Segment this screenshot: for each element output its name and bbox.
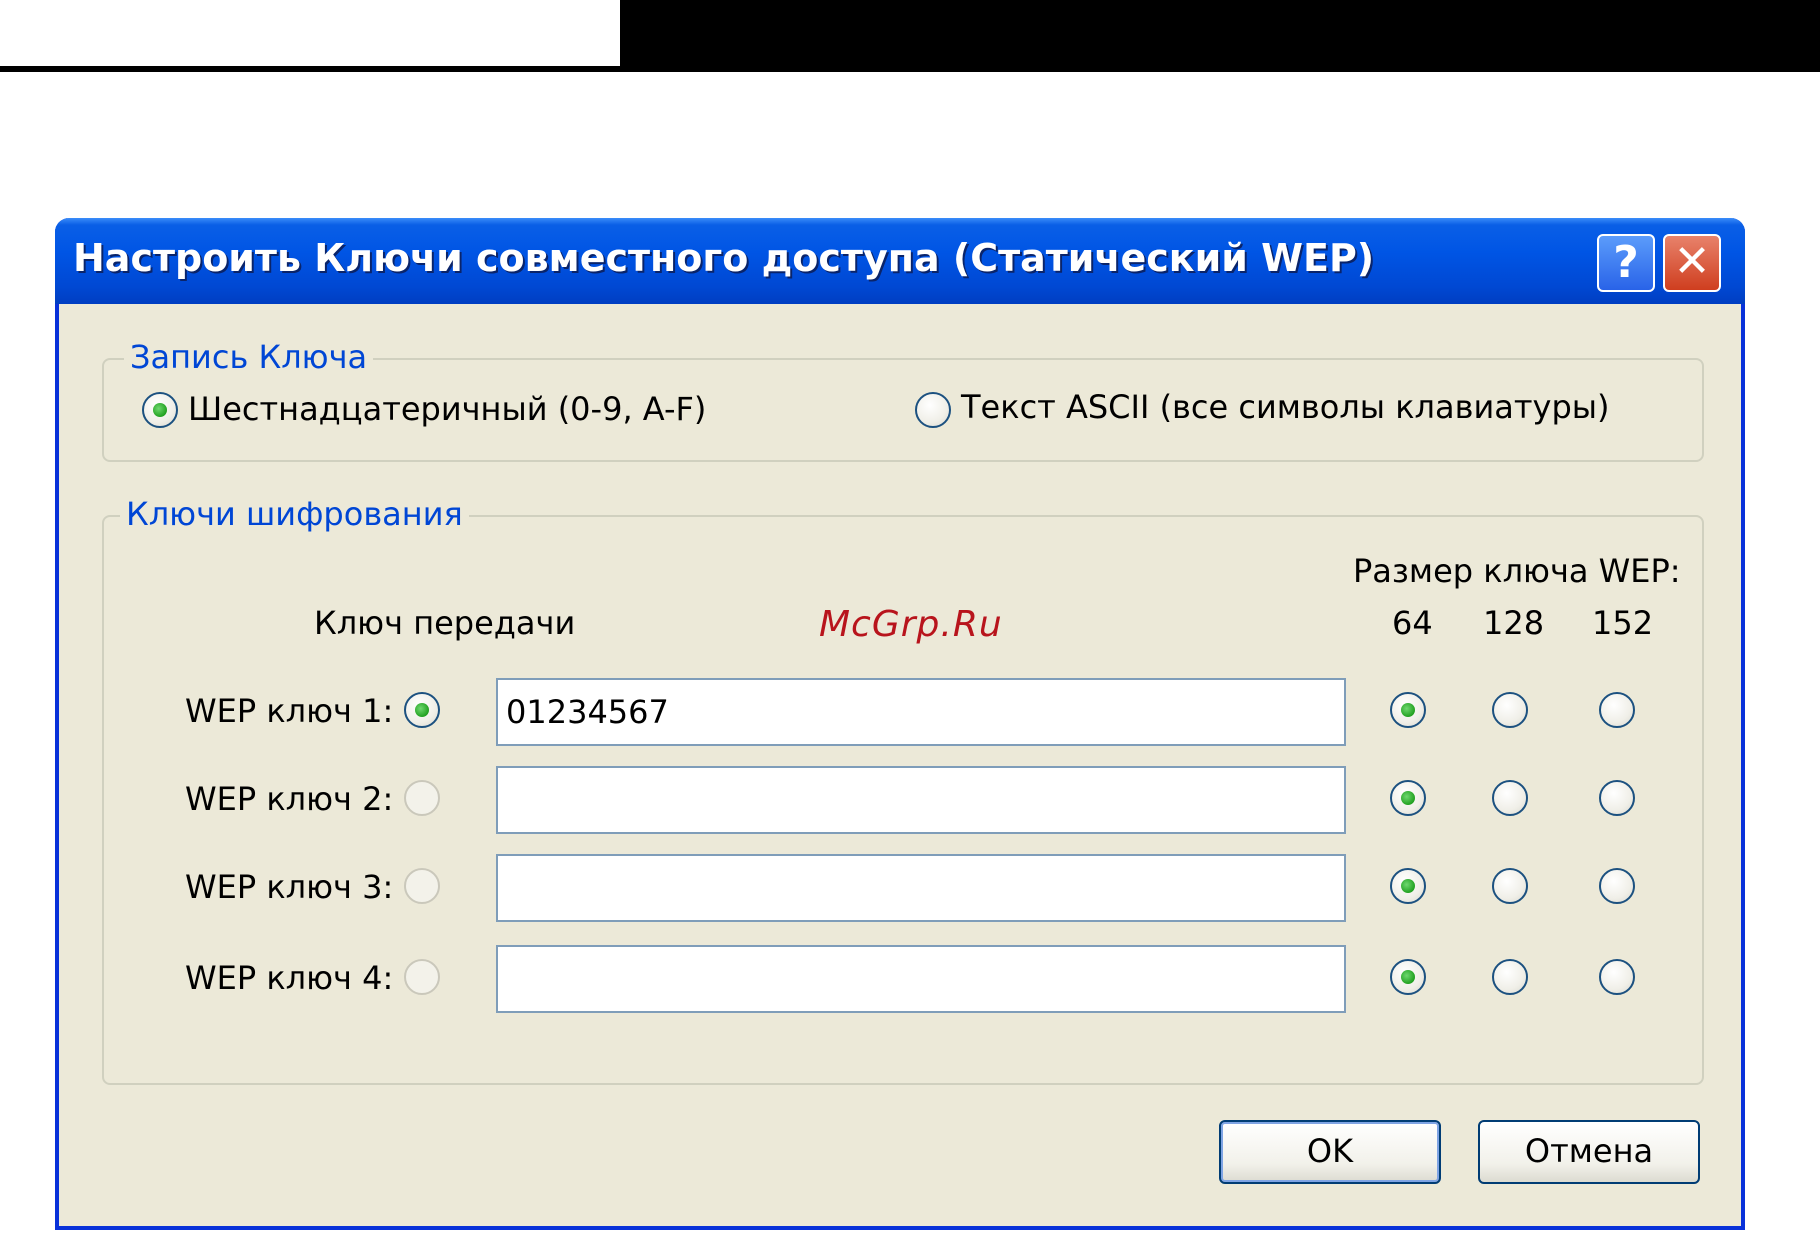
cancel-button[interactable]: Отмена <box>1478 1120 1700 1184</box>
help-icon: ? <box>1613 237 1639 288</box>
key-size-header: Размер ключа WEP: <box>1353 552 1681 590</box>
wep-key-4-transmit-radio <box>404 959 440 995</box>
dialog-title: Настроить Ключи совместного доступа (Ста… <box>73 236 1375 280</box>
wep-key-4-size-128-radio[interactable] <box>1492 959 1528 995</box>
help-button[interactable]: ? <box>1597 234 1655 292</box>
key-entry-legend: Запись Ключа <box>124 338 374 376</box>
wep-key-2-transmit-radio <box>404 780 440 816</box>
key-size-64-header: 64 <box>1392 604 1433 642</box>
ascii-radio-label[interactable]: Текст ASCII (все символы клавиатуры) <box>961 388 1610 426</box>
wep-key-4-label: WEP ключ 4: <box>185 959 394 997</box>
wep-key-2-input[interactable] <box>496 766 1346 834</box>
wep-key-1-label: WEP ключ 1: <box>185 692 394 730</box>
title-bar[interactable]: Настроить Ключи совместного доступа (Ста… <box>55 218 1745 304</box>
close-button[interactable]: ✕ <box>1663 234 1721 292</box>
ok-button[interactable]: OK <box>1219 1120 1441 1184</box>
wep-key-3-input[interactable] <box>496 854 1346 922</box>
wep-key-1-size-152-radio[interactable] <box>1599 692 1635 728</box>
header-underline <box>0 66 620 72</box>
hex-radio-label[interactable]: Шестнадцатеричный (0-9, A-F) <box>188 390 706 428</box>
wep-key-4-size-64-radio[interactable] <box>1390 959 1426 995</box>
wep-key-2-size-64-radio[interactable] <box>1390 780 1426 816</box>
wep-key-3-transmit-radio <box>404 868 440 904</box>
hex-radio[interactable] <box>142 392 178 428</box>
key-size-152-header: 152 <box>1592 604 1654 642</box>
wep-key-2-size-152-radio[interactable] <box>1599 780 1635 816</box>
wep-key-3-size-152-radio[interactable] <box>1599 868 1635 904</box>
ascii-radio[interactable] <box>915 392 951 428</box>
transmit-key-header: Ключ передачи <box>314 604 576 642</box>
key-entry-group: Запись Ключа Шестнадцатеричный (0-9, A-F… <box>102 338 1704 462</box>
watermark: McGrp.Ru <box>819 604 1003 645</box>
wep-key-4-size-152-radio[interactable] <box>1599 959 1635 995</box>
key-size-128-header: 128 <box>1483 604 1545 642</box>
wep-key-2-label: WEP ключ 2: <box>185 780 394 818</box>
wep-keys-dialog: Настроить Ключи совместного доступа (Ста… <box>55 218 1745 1230</box>
wep-key-1-size-128-radio[interactable] <box>1492 692 1528 728</box>
wep-key-3-size-128-radio[interactable] <box>1492 868 1528 904</box>
encryption-keys-legend: Ключи шифрования <box>120 495 469 533</box>
wep-key-3-size-64-radio[interactable] <box>1390 868 1426 904</box>
wep-key-1-size-64-radio[interactable] <box>1390 692 1426 728</box>
header-black-bar <box>620 0 1820 72</box>
wep-key-2-size-128-radio[interactable] <box>1492 780 1528 816</box>
wep-key-1-input[interactable] <box>496 678 1346 746</box>
wep-key-4-input[interactable] <box>496 945 1346 1013</box>
wep-key-1-transmit-radio[interactable] <box>404 692 440 728</box>
wep-key-3-label: WEP ключ 3: <box>185 868 394 906</box>
close-icon: ✕ <box>1673 236 1711 287</box>
